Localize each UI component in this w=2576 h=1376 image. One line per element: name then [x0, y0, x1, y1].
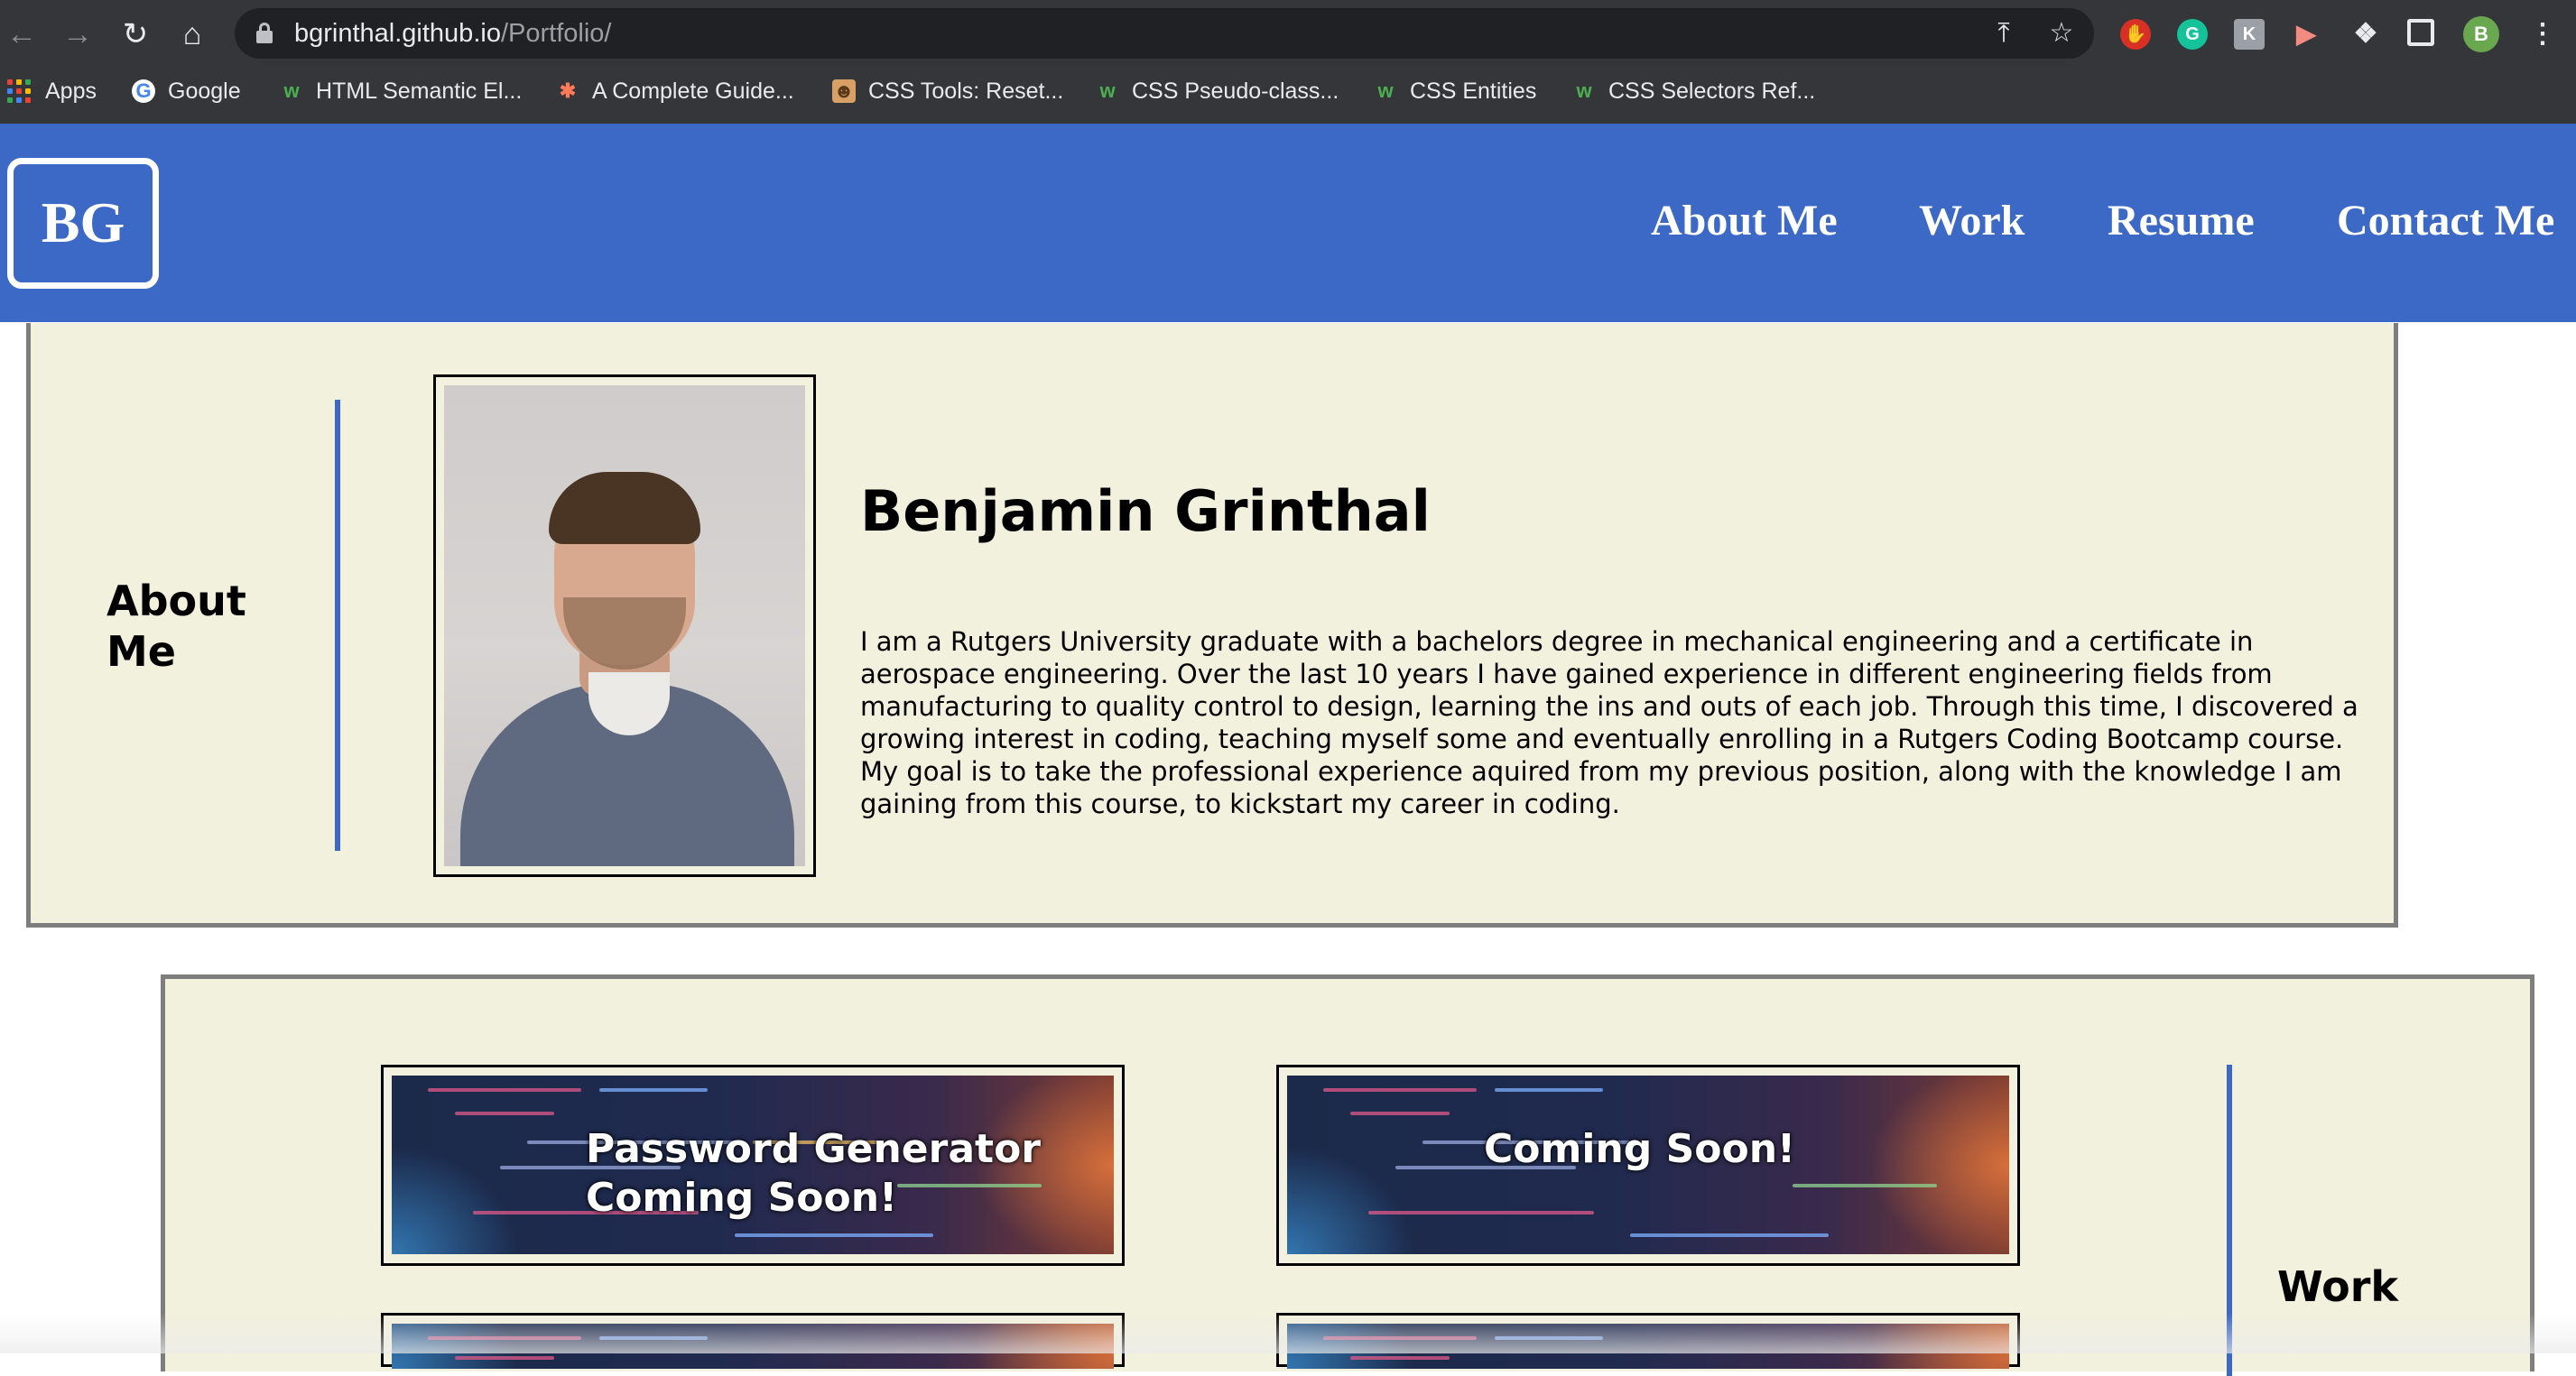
url-text[interactable]: bgrinthal.github.io/Portfolio/	[294, 8, 611, 59]
project-card-password-generator[interactable]: Password Generator Coming Soon!	[381, 1065, 1125, 1266]
lock-icon	[256, 23, 273, 43]
grammarly-extension-icon[interactable]: G	[2177, 19, 2208, 50]
bookmark-complete-guide[interactable]: ✱ A Complete Guide...	[556, 72, 794, 110]
site-header: BG About Me Work Resume Contact Me	[0, 124, 2576, 322]
reload-icon[interactable]: ↻	[117, 16, 153, 52]
work-section-title: Work	[2277, 1262, 2398, 1311]
nav-contact-me[interactable]: Contact Me	[2337, 196, 2554, 245]
url-path: /Portfolio/	[500, 19, 612, 48]
about-section-title: About Me	[107, 576, 246, 677]
bookmark-label: HTML Semantic El...	[316, 78, 523, 104]
bookmark-label: Google	[168, 78, 241, 104]
url-host: bgrinthal.github.io	[294, 19, 501, 48]
bookmark-label: CSS Selectors Ref...	[1608, 78, 1816, 104]
forward-arrow-icon[interactable]: →	[60, 16, 96, 52]
adblock-extension-icon[interactable]: ✋	[2120, 19, 2151, 50]
home-icon[interactable]: ⌂	[174, 16, 210, 52]
address-bar[interactable]: bgrinthal.github.io/Portfolio/ ⤒ ☆	[235, 8, 2094, 59]
profile-avatar[interactable]: B	[2463, 16, 2499, 52]
bottom-fade	[0, 1313, 2576, 1353]
bookmark-star-icon[interactable]: ☆	[2047, 19, 2076, 48]
bookmark-css-entities[interactable]: w CSS Entities	[1374, 72, 1536, 110]
site-logo[interactable]: BG	[7, 158, 159, 289]
work-section: Password Generator Coming Soon! Coming S…	[161, 974, 2534, 1376]
bookmark-css-selectors[interactable]: w CSS Selectors Ref...	[1572, 72, 1815, 110]
google-icon: G	[132, 79, 155, 103]
project-thumbnail: Coming Soon!	[1287, 1076, 2009, 1254]
profile-photo-frame	[433, 374, 816, 877]
extension-icon[interactable]: K	[2234, 19, 2265, 50]
kebab-menu-icon[interactable]: ⋮	[2527, 19, 2558, 50]
side-panel-icon[interactable]	[2407, 19, 2434, 46]
about-section: About Me Benjamin Grinthal I am a Rutger…	[26, 323, 2398, 928]
bookmark-label: CSS Tools: Reset...	[868, 78, 1064, 104]
screen-recorder-extension-icon[interactable]: ▶	[2291, 19, 2321, 50]
w3schools-icon: w	[1099, 79, 1116, 102]
about-divider	[335, 400, 340, 851]
w3schools-icon: w	[1377, 79, 1394, 102]
browser-chrome: ← → ↻ ⌂ bgrinthal.github.io/Portfolio/ ⤒…	[0, 0, 2576, 124]
bookmark-css-pseudo-class[interactable]: w CSS Pseudo-class...	[1096, 72, 1339, 110]
bookmark-html-semantic[interactable]: w HTML Semantic El...	[280, 72, 522, 110]
back-arrow-icon[interactable]: ←	[4, 16, 40, 52]
meyerweb-icon: ☻	[832, 79, 856, 103]
w3schools-icon: w	[283, 79, 300, 102]
apps-grid-icon	[7, 79, 31, 103]
about-title-line2: Me	[107, 627, 176, 676]
project-title: Coming Soon!	[1484, 1126, 1796, 1172]
w3schools-icon: w	[1576, 79, 1592, 102]
bookmarks-bar: Apps G Google w HTML Semantic El... ✱ A …	[0, 72, 2576, 110]
asterisk-icon: ✱	[559, 79, 577, 102]
bio-paragraph: I am a Rutgers University graduate with …	[860, 626, 2358, 819]
share-icon[interactable]: ⤒	[1989, 19, 2018, 48]
bookmark-label: CSS Pseudo-class...	[1132, 78, 1339, 104]
nav-resume[interactable]: Resume	[2108, 196, 2255, 245]
bookmark-label: CSS Entities	[1410, 78, 1537, 104]
project-card-coming-soon[interactable]: Coming Soon!	[1276, 1065, 2020, 1266]
nav-work[interactable]: Work	[1919, 196, 2025, 245]
person-name: Benjamin Grinthal	[860, 478, 1431, 544]
profile-photo	[444, 385, 805, 866]
bookmark-css-tools[interactable]: ☻ CSS Tools: Reset...	[832, 72, 1063, 110]
bookmark-label: Apps	[45, 78, 97, 104]
project-thumbnail: Password Generator Coming Soon!	[392, 1076, 1114, 1254]
bookmark-label: A Complete Guide...	[592, 78, 794, 104]
about-title-line1: About	[107, 577, 246, 625]
bookmark-apps[interactable]: Apps	[7, 72, 97, 110]
puzzle-extensions-icon[interactable]: ❖	[2350, 19, 2381, 50]
nav-about-me[interactable]: About Me	[1651, 196, 1838, 245]
bookmark-google[interactable]: G Google	[132, 72, 241, 110]
project-title: Password Generator Coming Soon!	[586, 1126, 1042, 1221]
